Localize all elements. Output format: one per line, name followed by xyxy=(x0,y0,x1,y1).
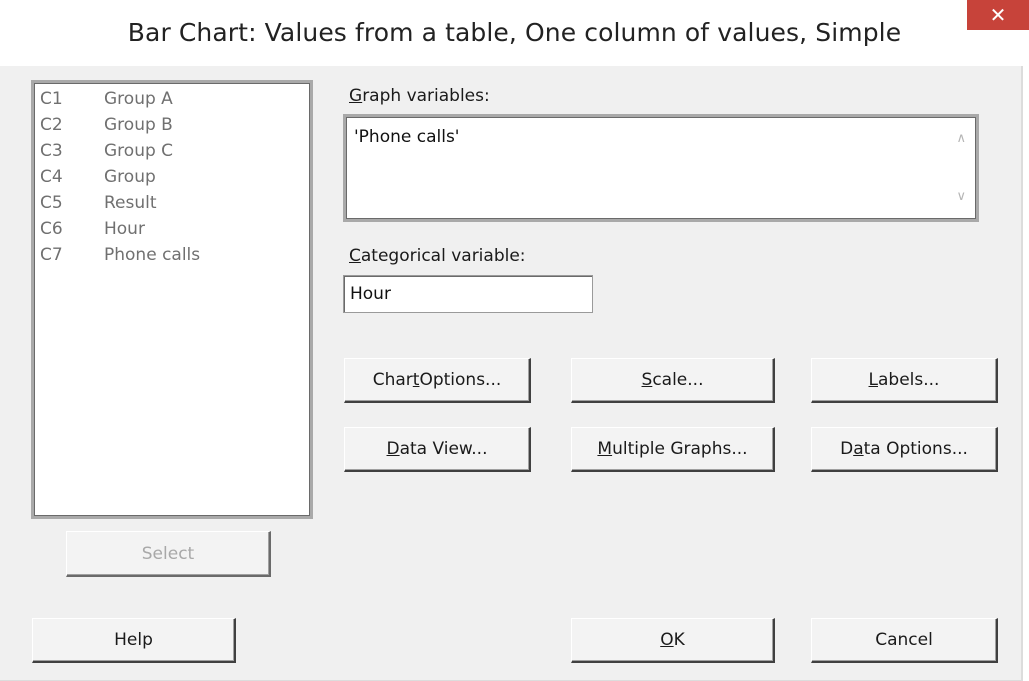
dialog-title: Bar Chart: Values from a table, One colu… xyxy=(127,18,902,47)
variable-name: Phone calls xyxy=(104,245,201,265)
graph-variables-value: 'Phone calls' xyxy=(354,127,460,147)
variable-name: Result xyxy=(104,193,157,213)
categorical-variable-value: Hour xyxy=(350,284,391,304)
cancel-button[interactable]: Cancel xyxy=(811,618,998,663)
variable-id: C1 xyxy=(40,89,63,109)
labels-button[interactable]: Labels... xyxy=(811,358,998,403)
categorical-variable-label: Categorical variable: xyxy=(349,246,526,266)
scale-button[interactable]: Scale... xyxy=(571,358,775,403)
chart-options-button[interactable]: Char t Options... xyxy=(344,358,531,403)
variable-name: Group B xyxy=(104,115,173,135)
variable-name: Hour xyxy=(104,219,145,239)
multiple-graphs-button[interactable]: Multiple Graphs... xyxy=(571,427,775,472)
variable-id: C7 xyxy=(40,245,63,265)
scroll-down-icon[interactable]: ∨ xyxy=(956,189,966,204)
variable-id: C3 xyxy=(40,141,63,161)
help-button[interactable]: Help xyxy=(32,618,236,663)
variable-name: Group xyxy=(104,167,156,187)
graph-variables-label: Graph variables: xyxy=(349,86,490,106)
graph-variables-field[interactable]: 'Phone calls' ∧ ∨ xyxy=(343,114,979,222)
variable-name: Group A xyxy=(104,89,173,109)
variable-id: C4 xyxy=(40,167,63,187)
variable-name: Group C xyxy=(104,141,174,161)
ok-button[interactable]: OK xyxy=(571,618,775,663)
variable-id: C6 xyxy=(40,219,63,239)
variable-list[interactable]: C1 Group A C2 Group B C3 Group C C4 Grou… xyxy=(31,80,313,519)
variable-id: C5 xyxy=(40,193,63,213)
close-button[interactable]: ✕ xyxy=(967,0,1029,30)
select-button[interactable]: Select xyxy=(66,531,271,577)
categorical-variable-field[interactable]: Hour xyxy=(343,275,593,313)
variable-id: C2 xyxy=(40,115,63,135)
data-options-button[interactable]: Da ta Options... xyxy=(811,427,998,472)
scroll-up-icon[interactable]: ∧ xyxy=(956,131,966,146)
close-icon: ✕ xyxy=(989,3,1007,27)
title-bar: Bar Chart: Values from a table, One colu… xyxy=(0,0,1029,66)
data-view-button[interactable]: Data View... xyxy=(344,427,531,472)
